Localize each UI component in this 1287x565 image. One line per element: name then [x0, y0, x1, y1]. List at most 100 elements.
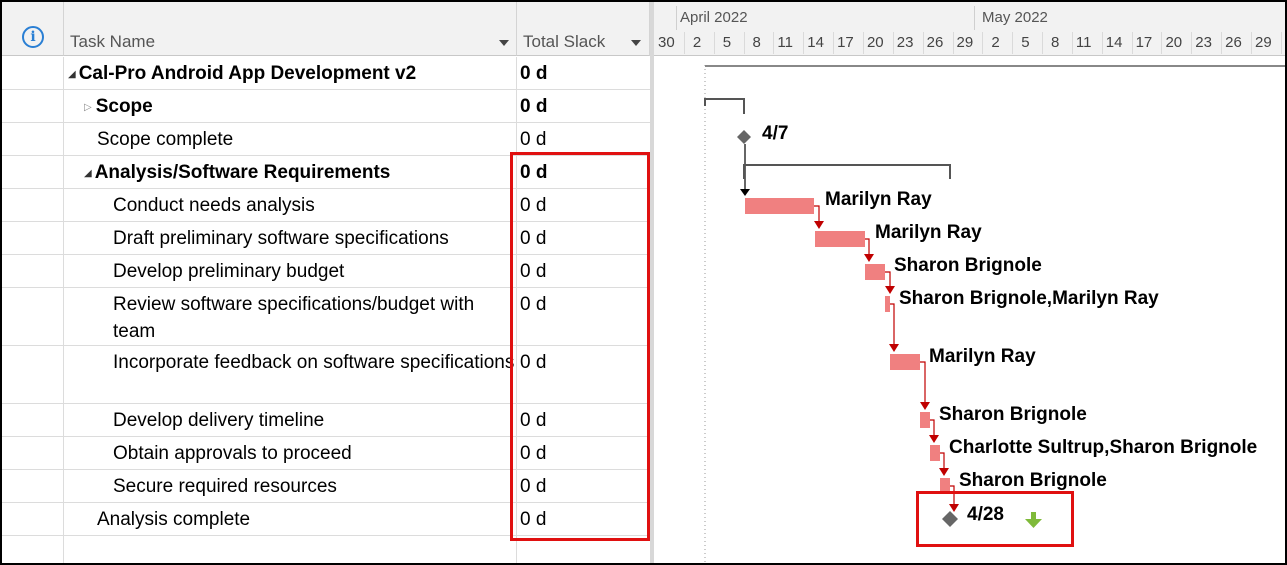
total-slack-cell[interactable]: 0 d	[517, 437, 650, 469]
day-divider	[862, 32, 864, 54]
task-name-text: Draft preliminary software specification…	[113, 228, 449, 249]
total-slack-cell[interactable]: 0 d	[517, 288, 650, 345]
timescale-day-label: 17	[837, 34, 854, 51]
task-name-cell[interactable]: Secure required resources	[64, 470, 517, 502]
task-name-cell[interactable]: Incorporate feedback on software specifi…	[64, 346, 517, 403]
month-divider	[974, 6, 975, 30]
table-row[interactable]: ▷ Scope 0 d	[2, 90, 650, 123]
timescale-day-label: 14	[1105, 34, 1123, 51]
resource-label-7: Charlotte Sultrup,Sharon Brignole	[949, 437, 1258, 458]
total-slack-column-header[interactable]: Total Slack	[517, 2, 650, 56]
empty-row[interactable]	[2, 536, 650, 563]
task-name-text: Incorporate feedback on software specifi…	[113, 352, 515, 373]
table-row[interactable]: Incorporate feedback on software specifi…	[2, 346, 650, 404]
task-name-text: Scope	[95, 96, 153, 117]
table-row[interactable]: Develop delivery timeline 0 d	[2, 404, 650, 437]
table-row[interactable]: Analysis complete 0 d	[2, 503, 650, 536]
timescale-day-label: 2	[692, 34, 702, 51]
indicator-cell	[2, 255, 64, 287]
timescale-day-label: 20	[1165, 34, 1183, 51]
day-divider	[1280, 32, 1282, 54]
total-slack-cell[interactable]: 0 d	[517, 346, 650, 403]
task-name-cell[interactable]: Obtain approvals to proceed	[64, 437, 517, 469]
timescale-day-label: 29	[1255, 34, 1272, 51]
indicator-cell	[2, 123, 64, 155]
task-name-text: Scope complete	[97, 129, 234, 150]
indicator-cell	[2, 57, 64, 89]
timescale-day-label: 26	[926, 34, 944, 51]
scope-summary-bar	[704, 98, 745, 114]
timescale: April 2022 May 2022 30 2 5 8 11 14 17 20 23 26 29 2…	[654, 2, 1285, 56]
task-name-cell[interactable]: ◢ Analysis/Software Requirements	[64, 156, 517, 188]
indicator-cell	[2, 288, 64, 345]
collapse-triangle-icon[interactable]: ◢	[68, 69, 76, 80]
task-name-cell[interactable]: ◢ Cal-Pro Android App Development v2	[64, 57, 517, 89]
task-bar-delivery-timeline	[920, 412, 930, 428]
task-name-filter-dropdown-icon[interactable]	[499, 40, 509, 46]
task-name-text: Cal-Pro Android App Development v2	[78, 63, 417, 84]
timescale-day-label: 11	[1075, 34, 1092, 51]
table-row[interactable]: Obtain approvals to proceed 0 d	[2, 437, 650, 470]
expand-triangle-icon[interactable]: ▷	[84, 102, 92, 113]
day-divider	[773, 32, 775, 54]
task-name-cell[interactable]: Review software specifications/budget wi…	[64, 288, 517, 345]
task-name-cell[interactable]	[64, 536, 517, 563]
total-slack-cell[interactable]	[517, 536, 650, 563]
day-divider	[1012, 32, 1014, 54]
resource-label-4: Sharon Brignole,Marilyn Ray	[899, 288, 1159, 309]
day-divider	[743, 32, 745, 54]
total-slack-cell[interactable]: 0 d	[517, 123, 650, 155]
timescale-day-label: 5	[722, 34, 732, 51]
total-slack-cell[interactable]: 0 d	[517, 503, 650, 535]
table-row[interactable]: ◢ Cal-Pro Android App Development v2 0 d	[2, 57, 650, 90]
task-name-text: Review software specifications/budget wi…	[113, 294, 475, 342]
total-slack-cell[interactable]: 0 d	[517, 189, 650, 221]
task-name-cell[interactable]: Analysis complete	[64, 503, 517, 535]
resource-label-8: Sharon Brignole	[959, 470, 1107, 491]
total-slack-cell[interactable]: 0 d	[517, 90, 650, 122]
table-row[interactable]: ◢ Analysis/Software Requirements 0 d	[2, 156, 650, 189]
total-slack-cell[interactable]: 0 d	[517, 404, 650, 436]
resource-label-1: Marilyn Ray	[825, 189, 932, 210]
task-bar-conduct-needs-analysis	[745, 198, 814, 214]
task-name-text: Obtain approvals to proceed	[113, 443, 352, 464]
task-bar-review-specifications	[885, 296, 890, 312]
indicator-cell	[2, 222, 64, 254]
task-name-cell[interactable]: Develop delivery timeline	[64, 404, 517, 436]
total-slack-cell[interactable]: 0 d	[517, 156, 650, 188]
table-row[interactable]: Review software specifications/budget wi…	[2, 288, 650, 346]
total-slack-cell[interactable]: 0 d	[517, 470, 650, 502]
timescale-day-label: 29	[956, 34, 974, 51]
timescale-day-label: 8	[752, 34, 761, 51]
task-name-text: Secure required resources	[113, 476, 337, 497]
task-name-cell[interactable]: Develop preliminary budget	[64, 255, 517, 287]
table-row[interactable]: Develop preliminary budget 0 d	[2, 255, 650, 288]
table-row[interactable]: Draft preliminary software specification…	[2, 222, 650, 255]
day-divider	[1251, 32, 1252, 54]
resource-label-2: Marilyn Ray	[875, 222, 982, 243]
day-divider	[1101, 32, 1103, 54]
day-divider	[982, 32, 984, 54]
task-name-cell[interactable]: Conduct needs analysis	[64, 189, 517, 221]
gantt-chart: 4/7 Marilyn Ray Marilyn Ray Sharon Brign…	[654, 57, 1285, 563]
table-row[interactable]: Secure required resources 0 d	[2, 470, 650, 503]
day-divider	[1161, 32, 1163, 54]
task-name-cell[interactable]: ▷ Scope	[64, 90, 517, 122]
day-divider	[833, 32, 835, 54]
table-row[interactable]: Conduct needs analysis 0 d	[2, 189, 650, 222]
total-slack-cell[interactable]: 0 d	[517, 255, 650, 287]
total-slack-filter-dropdown-icon[interactable]	[631, 40, 641, 46]
analysis-milestone	[942, 511, 958, 527]
info-icon[interactable]: i	[22, 26, 44, 48]
indicator-cell	[2, 470, 64, 502]
total-slack-cell[interactable]: 0 d	[517, 57, 650, 89]
task-bar-secure-resources	[940, 478, 950, 494]
collapse-triangle-icon[interactable]: ◢	[84, 168, 92, 179]
task-name-column-header[interactable]: Task Name	[64, 2, 517, 56]
indicator-cell	[2, 189, 64, 221]
total-slack-cell[interactable]: 0 d	[517, 222, 650, 254]
table-row[interactable]: Scope complete 0 d	[2, 123, 650, 156]
task-name-cell[interactable]: Draft preliminary software specification…	[64, 222, 517, 254]
task-name-cell[interactable]: Scope complete	[64, 123, 517, 155]
indicator-column-header[interactable]: i	[2, 2, 64, 56]
